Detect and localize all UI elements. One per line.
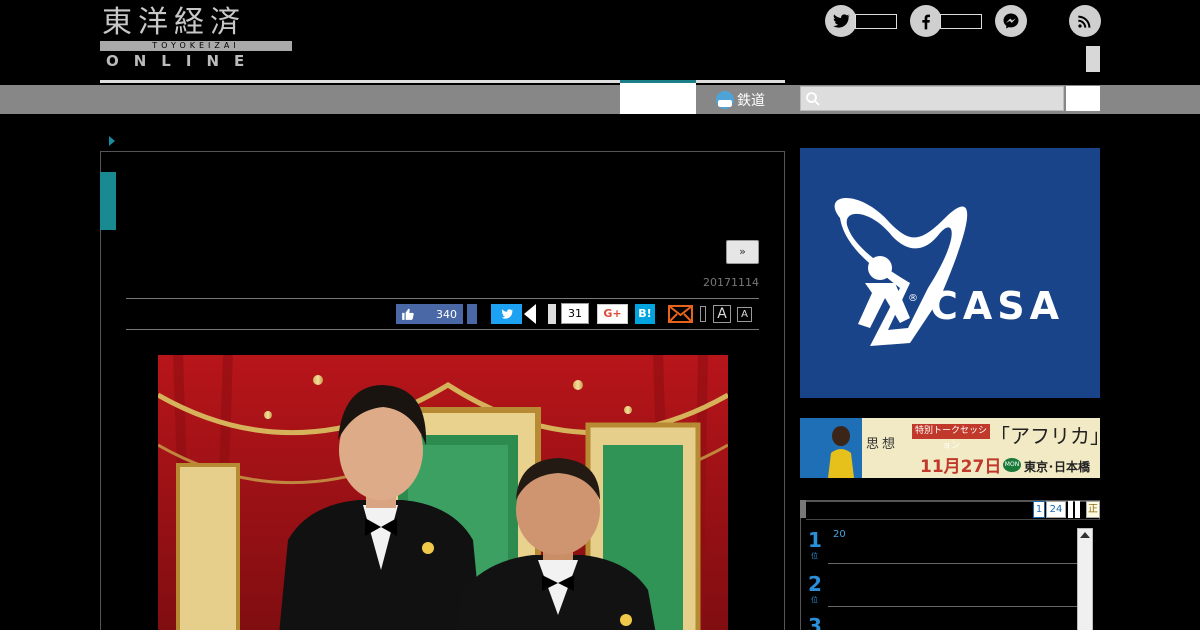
ranking-header-mark — [800, 500, 806, 518]
search-icon — [806, 92, 820, 106]
search-button[interactable] — [1066, 86, 1100, 111]
casa-registered-mark: ® — [908, 293, 918, 304]
ad-africa-shisou: 思想 — [866, 437, 899, 452]
breadcrumb-arrow-icon — [109, 136, 115, 146]
rank-number-2: 2 — [808, 572, 822, 596]
scroll-up-arrow-icon[interactable] — [1080, 532, 1090, 538]
article-date: 20171114 — [703, 276, 759, 289]
google-plus-button[interactable]: G+ — [597, 304, 628, 324]
facebook-follow[interactable] — [910, 5, 982, 37]
rank-divider — [828, 606, 1078, 607]
rank-divider — [828, 563, 1078, 564]
rss-link[interactable] — [1069, 5, 1101, 37]
article-photo — [158, 355, 728, 630]
menu-button[interactable] — [1086, 46, 1100, 72]
nav-tab-railway-label: 鉄道 — [737, 92, 765, 109]
font-large-button[interactable]: A — [713, 305, 731, 323]
rank-number-3: 3 — [808, 614, 822, 630]
tweet-button[interactable] — [491, 304, 522, 324]
nav-tab-active[interactable] — [620, 83, 696, 114]
ranking-tab-24[interactable]: 24 — [1046, 501, 1066, 518]
ranking-tab-3[interactable] — [1068, 501, 1073, 518]
messenger-icon[interactable] — [995, 5, 1027, 37]
logo-romaji: TOYOKEIZAI — [100, 41, 292, 51]
facebook-share-button[interactable] — [467, 304, 477, 324]
twitter-icon[interactable] — [825, 5, 857, 37]
nav-tab-railway[interactable]: 鉄道 — [696, 85, 784, 114]
rank-item-1-text[interactable]: 20 — [833, 529, 846, 540]
comment-count: 31 — [561, 303, 589, 324]
ad-africa-place: 東京･日本橋 — [1024, 460, 1091, 474]
logo-online: ONLINE — [106, 52, 260, 70]
twitter-follow[interactable] — [825, 5, 897, 37]
logo-japanese: 東洋経済 — [102, 5, 246, 40]
ad-africa-title: 「アフリカ」 — [990, 424, 1110, 448]
share-divider-top — [126, 298, 759, 299]
twitter-bird-icon — [501, 309, 513, 319]
train-icon — [716, 90, 734, 109]
rss-icon[interactable] — [1069, 5, 1101, 37]
mail-icon[interactable] — [668, 305, 693, 323]
ad-africa-date: 11月27日 — [920, 457, 1002, 477]
ad-africa-weekday: MON — [1003, 458, 1021, 472]
casa-heart-icon — [834, 198, 968, 346]
search-input[interactable] — [800, 86, 1064, 111]
hatena-bookmark-button[interactable]: B! — [635, 304, 655, 324]
facebook-count-box — [940, 13, 982, 29]
like-count: 340 — [436, 307, 457, 321]
share-divider-bottom — [126, 329, 759, 330]
nav-tab-active-indicator — [620, 80, 696, 83]
print-button[interactable] — [700, 306, 706, 322]
ad-africa-tag: 特別トークセッション — [912, 424, 990, 451]
facebook-icon[interactable] — [910, 5, 942, 37]
ad-casa-banner[interactable] — [800, 148, 1100, 398]
ranking-scrollbar[interactable] — [1077, 528, 1093, 630]
rank-suffix-2: 位 — [811, 596, 818, 604]
twitter-count-box — [855, 13, 897, 29]
casa-brand-text: CASA — [930, 284, 1065, 328]
messenger-follow[interactable] — [995, 5, 1027, 37]
ranking-tab-1[interactable]: 1 — [1033, 501, 1045, 518]
site-logo[interactable]: 東洋経済 TOYOKEIZAI ONLINE — [100, 6, 295, 72]
rank-suffix-1: 位 — [811, 552, 818, 560]
next-page-button[interactable]: » — [726, 240, 759, 264]
ranking-tab-4[interactable] — [1075, 501, 1080, 518]
ranking-list — [806, 519, 1100, 630]
font-small-button[interactable]: A — [737, 307, 752, 322]
thumbs-up-icon — [402, 308, 414, 320]
title-accent-bar — [100, 172, 116, 230]
comment-share-button[interactable] — [548, 304, 556, 324]
ranking-tab-5[interactable]: 正 — [1086, 501, 1100, 518]
ad-africa-person — [828, 426, 854, 478]
facebook-like-button[interactable]: 340 — [396, 304, 463, 324]
rank-number-1: 1 — [808, 528, 822, 552]
